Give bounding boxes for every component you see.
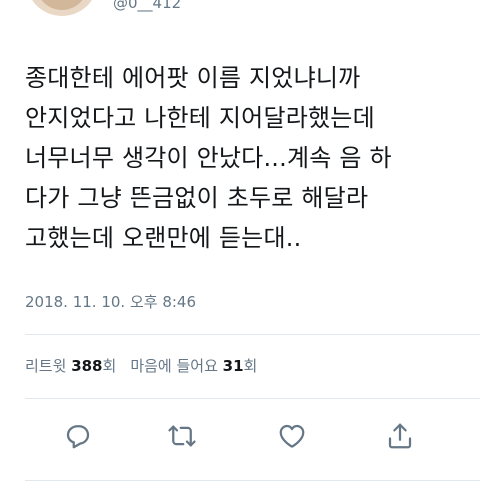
retweet-button[interactable] <box>160 414 204 458</box>
reply-button[interactable] <box>56 414 100 458</box>
tweet-timestamp: 2018. 11. 10. 오후 8:46 <box>25 293 197 311</box>
avatar[interactable] <box>26 0 98 16</box>
divider <box>25 398 480 399</box>
like-button[interactable] <box>270 414 314 458</box>
author-handle[interactable]: @0__412 <box>113 0 181 12</box>
tweet-text-line: 너무너무 생각이 안났다...계속 음 하 <box>25 144 392 172</box>
retweets-stat[interactable]: 리트윗 388회 <box>25 357 116 375</box>
avatar-image <box>36 0 88 10</box>
engagement-stats: 리트윗 388회 마음에 들어요 31회 <box>25 354 257 378</box>
tweet-action-bar <box>0 414 480 458</box>
share-icon <box>388 423 412 449</box>
share-button[interactable] <box>378 414 422 458</box>
likes-stat[interactable]: 마음에 들어요 31회 <box>130 357 257 375</box>
reply-icon <box>66 425 90 449</box>
likes-label: 마음에 들어요 <box>130 357 218 375</box>
retweets-count: 388 <box>71 357 103 375</box>
tweet-header: @0__412 <box>0 0 480 16</box>
likes-unit: 회 <box>243 357 258 375</box>
heart-icon <box>279 424 305 448</box>
tweet-detail-view: @0__412 종대한테 에어팟 이름 지었냐니까 안지었다고 나한테 지어달라… <box>0 0 480 486</box>
likes-count: 31 <box>222 357 244 375</box>
tweet-text-line: 안지었다고 나한테 지어달라했는데 <box>25 104 375 132</box>
tweet-text-line: 종대한테 에어팟 이름 지었냐니까 <box>25 64 361 92</box>
tweet-text-line: 다가 그냥 뜬금없이 초두로 해달라 <box>25 184 369 212</box>
divider <box>25 334 480 335</box>
retweets-unit: 회 <box>102 357 117 375</box>
divider <box>25 480 480 481</box>
retweets-label: 리트윗 <box>25 357 67 375</box>
tweet-text-line: 고했는데 오랜만에 듣는대.. <box>25 224 302 252</box>
tweet-text: 종대한테 에어팟 이름 지었냐니까 안지었다고 나한테 지어달라했는데 너무너무… <box>25 58 465 258</box>
retweet-icon <box>168 425 196 447</box>
